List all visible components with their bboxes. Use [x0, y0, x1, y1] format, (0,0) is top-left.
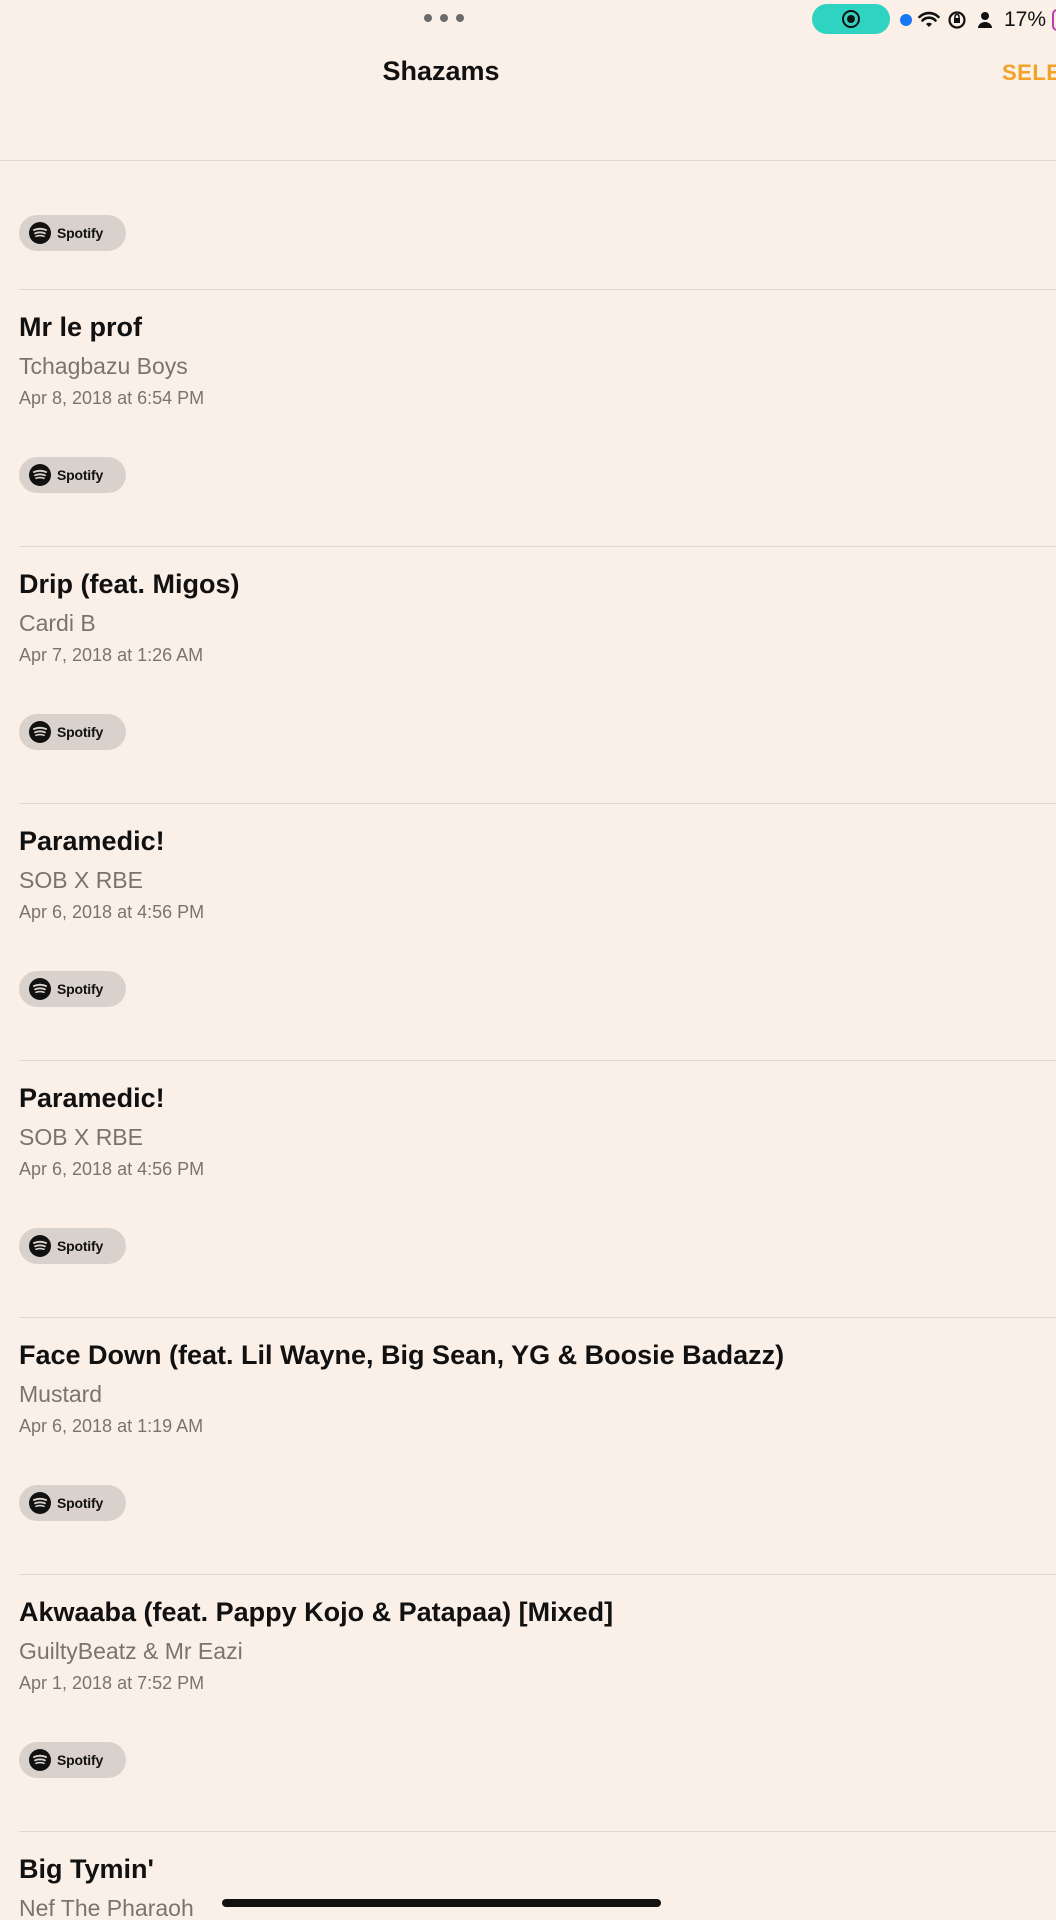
- location-dot-icon: [900, 14, 912, 26]
- song-title: Big Tymin': [19, 1854, 154, 1884]
- spotify-label: Spotify: [57, 724, 104, 740]
- song-title: Paramedic!: [19, 826, 165, 856]
- spotify-label: Spotify: [57, 1752, 104, 1768]
- song-artist: Cardi B: [19, 610, 96, 636]
- spotify-button[interactable]: Spotify: [19, 1485, 126, 1521]
- list-item[interactable]: Paramedic! SOB X RBE Apr 6, 2018 at 4:56…: [0, 1060, 1056, 1317]
- spotify-label: Spotify: [57, 1495, 104, 1511]
- spotify-button[interactable]: Spotify: [19, 714, 126, 750]
- song-artist: SOB X RBE: [19, 867, 143, 893]
- person-icon: [974, 9, 996, 31]
- song-artist: Tchagbazu Boys: [19, 353, 188, 379]
- song-artist: GuiltyBeatz & Mr Eazi: [19, 1638, 243, 1664]
- song-title: Paramedic!: [19, 1083, 165, 1113]
- song-title: Mr le prof: [19, 312, 143, 342]
- spotify-label: Spotify: [57, 1238, 104, 1254]
- song-title: Face Down (feat. Lil Wayne, Big Sean, YG…: [19, 1340, 785, 1370]
- spotify-button[interactable]: Spotify: [19, 215, 126, 251]
- battery-percent: 17%: [1004, 8, 1047, 31]
- wifi-icon: [918, 9, 940, 31]
- shazam-date: Apr 6, 2018 at 4:56 PM: [19, 902, 205, 922]
- spotify-icon: [29, 1235, 51, 1257]
- screen-record-icon[interactable]: [812, 4, 890, 34]
- status-icons: 17%: [900, 6, 1056, 34]
- row-divider: [19, 803, 1056, 804]
- spotify-button[interactable]: Spotify: [19, 971, 126, 1007]
- list-item[interactable]: Mr le prof Tchagbazu Boys Apr 8, 2018 at…: [0, 289, 1056, 546]
- list-item[interactable]: Face Down (feat. Lil Wayne, Big Sean, YG…: [0, 1317, 1056, 1574]
- spotify-icon: [29, 222, 51, 244]
- song-artist: Nef The Pharaoh: [19, 1895, 194, 1920]
- row-divider: [19, 546, 1056, 547]
- status-bar: 17%: [0, 0, 1056, 40]
- spotify-label: Spotify: [57, 467, 104, 483]
- spotify-label: Spotify: [57, 981, 104, 997]
- shazam-date: Apr 8, 2018 at 6:54 PM: [19, 388, 205, 408]
- shazam-date: Apr 1, 2018 at 7:52 PM: [19, 1673, 205, 1693]
- shazam-date: Apr 6, 2018 at 1:19 AM: [19, 1416, 204, 1436]
- list-item[interactable]: Paramedic! SOB X RBE Apr 6, 2018 at 4:56…: [0, 803, 1056, 1060]
- page-title: Shazams: [382, 56, 500, 86]
- spotify-button[interactable]: Spotify: [19, 457, 126, 493]
- spotify-icon: [29, 1492, 51, 1514]
- song-artist: SOB X RBE: [19, 1124, 143, 1150]
- nav-divider: [0, 160, 1056, 161]
- spotify-button[interactable]: Spotify: [19, 1742, 126, 1778]
- select-button[interactable]: SELE: [1002, 60, 1056, 86]
- spotify-icon: [29, 464, 51, 486]
- song-title: Akwaaba (feat. Pappy Kojo & Patapaa) [Mi…: [19, 1597, 614, 1627]
- battery-icon: [1052, 9, 1056, 31]
- song-artist: Mustard: [19, 1381, 103, 1407]
- home-indicator[interactable]: [222, 1899, 661, 1907]
- row-divider: [19, 1831, 1056, 1832]
- spotify-button[interactable]: Spotify: [19, 1228, 126, 1264]
- row-divider: [19, 1317, 1056, 1318]
- rotation-lock-icon: [946, 9, 968, 31]
- row-divider: [19, 1060, 1056, 1061]
- spotify-icon: [29, 978, 51, 1000]
- row-divider: [19, 1574, 1056, 1575]
- list-item[interactable]: Akwaaba (feat. Pappy Kojo & Patapaa) [Mi…: [0, 1574, 1056, 1831]
- song-title: Drip (feat. Migos): [19, 569, 240, 599]
- spotify-icon: [29, 721, 51, 743]
- row-divider: [19, 289, 1056, 290]
- shazam-date: Apr 6, 2018 at 4:56 PM: [19, 1159, 205, 1179]
- spotify-label: Spotify: [57, 225, 104, 241]
- more-dots-icon[interactable]: [424, 12, 464, 24]
- list-item[interactable]: Drip (feat. Migos) Cardi B Apr 7, 2018 a…: [0, 546, 1056, 803]
- spotify-icon: [29, 1749, 51, 1771]
- shazam-date: Apr 7, 2018 at 1:26 AM: [19, 645, 204, 665]
